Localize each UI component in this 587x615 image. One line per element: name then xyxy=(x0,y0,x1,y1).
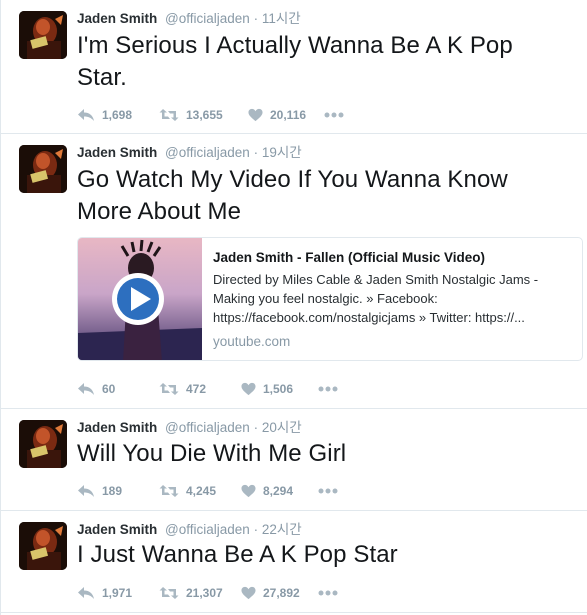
header-separator: · xyxy=(253,420,259,435)
tweet-header: Jaden Smith @officialjaden · 11시간 xyxy=(77,10,301,28)
tweet-text: Will You Die With Me Girl xyxy=(77,438,346,470)
avatar-image xyxy=(19,11,67,59)
tweet-actions: 1,698 13,655 20,116 xyxy=(77,106,344,124)
tweet-text-line: More About Me xyxy=(77,198,242,225)
avatar-image xyxy=(19,420,67,468)
retweet-icon xyxy=(159,383,179,395)
retweet-count: 21,307 xyxy=(186,586,223,600)
video-thumbnail-image xyxy=(78,238,202,360)
author-handle[interactable]: @officialjaden xyxy=(165,11,250,26)
more-button[interactable] xyxy=(318,590,338,596)
video-thumbnail[interactable] xyxy=(78,238,202,360)
heart-icon xyxy=(241,382,256,396)
retweet-button[interactable]: 13,655 xyxy=(159,108,248,122)
tweet-actions: 60 472 1,506 xyxy=(77,380,338,398)
author-name[interactable]: Jaden Smith xyxy=(77,420,157,435)
avatar-image xyxy=(19,522,67,570)
tweet-item[interactable]: Jaden Smith @officialjaden · 22시간 I Just… xyxy=(1,511,587,613)
like-button[interactable]: 1,506 xyxy=(241,382,318,396)
more-dots-icon xyxy=(318,488,338,494)
reply-icon xyxy=(78,485,94,497)
heart-icon xyxy=(241,484,256,498)
retweet-icon xyxy=(159,109,179,121)
reply-button[interactable]: 1,971 xyxy=(77,586,159,600)
tweet-timestamp[interactable]: 11시간 xyxy=(262,11,301,26)
more-dots-icon xyxy=(318,590,338,596)
reply-count: 189 xyxy=(102,484,123,498)
link-preview-card[interactable]: Jaden Smith - Fallen (Official Music Vid… xyxy=(77,237,583,361)
tweet-item[interactable]: Jaden Smith @officialjaden · 20시간 Will Y… xyxy=(1,409,587,511)
tweet-timeline: Jaden Smith @officialjaden · 11시간 I'm Se… xyxy=(0,0,587,615)
card-body: Jaden Smith - Fallen (Official Music Vid… xyxy=(213,249,575,351)
author-name[interactable]: Jaden Smith xyxy=(77,145,157,160)
card-domain: youtube.com xyxy=(213,334,291,349)
author-handle[interactable]: @officialjaden xyxy=(165,420,250,435)
retweet-button[interactable]: 472 xyxy=(159,382,241,396)
header-separator: · xyxy=(253,145,259,160)
avatar[interactable] xyxy=(19,145,67,193)
reply-icon xyxy=(78,587,94,599)
like-button[interactable]: 27,892 xyxy=(241,586,318,600)
like-count: 8,294 xyxy=(263,484,294,498)
avatar[interactable] xyxy=(19,522,67,570)
retweet-icon xyxy=(159,587,179,599)
tweet-text-line: Will You Die With Me Girl xyxy=(77,440,347,467)
tweet-text-line: I'm Serious I Actually Wanna Be A K Pop xyxy=(77,32,513,59)
header-separator: · xyxy=(253,522,259,537)
retweet-button[interactable]: 21,307 xyxy=(159,586,241,600)
tweet-header: Jaden Smith @officialjaden · 19시간 xyxy=(77,144,302,162)
like-count: 20,116 xyxy=(270,108,307,122)
avatar-image xyxy=(19,145,67,193)
retweet-icon xyxy=(159,485,179,497)
tweet-actions: 1,971 21,307 27,892 xyxy=(77,584,338,602)
header-separator: · xyxy=(253,11,259,26)
tweet-text-line: Star. xyxy=(77,64,127,91)
tweet-actions: 189 4,245 8,294 xyxy=(77,482,338,500)
heart-icon xyxy=(248,108,263,122)
retweet-count: 13,655 xyxy=(186,108,223,122)
tweet-item[interactable]: Jaden Smith @officialjaden · 11시간 I'm Se… xyxy=(1,0,587,134)
card-description: Directed by Miles Cable & Jaden Smith No… xyxy=(213,272,539,325)
tweet-text-line: I Just Wanna Be A K Pop Star xyxy=(77,541,398,568)
reply-button[interactable]: 60 xyxy=(77,382,159,396)
card-title[interactable]: Jaden Smith - Fallen (Official Music Vid… xyxy=(213,249,575,267)
reply-button[interactable]: 189 xyxy=(77,484,159,498)
tweet-text: I Just Wanna Be A K Pop Star xyxy=(77,539,398,571)
more-button[interactable] xyxy=(324,112,344,118)
avatar[interactable] xyxy=(19,420,67,468)
like-count: 1,506 xyxy=(263,382,294,396)
reply-count: 1,971 xyxy=(102,586,133,600)
avatar[interactable] xyxy=(19,11,67,59)
reply-button[interactable]: 1,698 xyxy=(77,108,159,122)
like-button[interactable]: 20,116 xyxy=(248,108,324,122)
tweet-text: I'm Serious I Actually Wanna Be A K Pop … xyxy=(77,30,513,94)
tweet-timestamp[interactable]: 20시간 xyxy=(262,420,302,435)
tweet-item[interactable]: Jaden Smith @officialjaden · 19시간 Go Wat… xyxy=(1,134,587,409)
tweet-timestamp[interactable]: 19시간 xyxy=(262,145,302,160)
retweet-button[interactable]: 4,245 xyxy=(159,484,241,498)
tweet-timestamp[interactable]: 22시간 xyxy=(262,522,302,537)
author-handle[interactable]: @officialjaden xyxy=(165,145,250,160)
retweet-count: 472 xyxy=(186,382,207,396)
more-button[interactable] xyxy=(318,386,338,392)
like-button[interactable]: 8,294 xyxy=(241,484,318,498)
tweet-text-line: Go Watch My Video If You Wanna Know xyxy=(77,166,508,193)
reply-icon xyxy=(78,109,94,121)
heart-icon xyxy=(241,586,256,600)
like-count: 27,892 xyxy=(263,586,300,600)
more-button[interactable] xyxy=(318,488,338,494)
more-dots-icon xyxy=(318,386,338,392)
tweet-text: Go Watch My Video If You Wanna Know More… xyxy=(77,164,508,228)
reply-count: 60 xyxy=(102,382,116,396)
author-handle[interactable]: @officialjaden xyxy=(165,522,250,537)
more-dots-icon xyxy=(324,112,344,118)
retweet-count: 4,245 xyxy=(186,484,217,498)
tweet-header: Jaden Smith @officialjaden · 22시간 xyxy=(77,521,302,539)
reply-icon xyxy=(78,383,94,395)
author-name[interactable]: Jaden Smith xyxy=(77,11,157,26)
reply-count: 1,698 xyxy=(102,108,133,122)
author-name[interactable]: Jaden Smith xyxy=(77,522,157,537)
tweet-header: Jaden Smith @officialjaden · 20시간 xyxy=(77,419,302,437)
